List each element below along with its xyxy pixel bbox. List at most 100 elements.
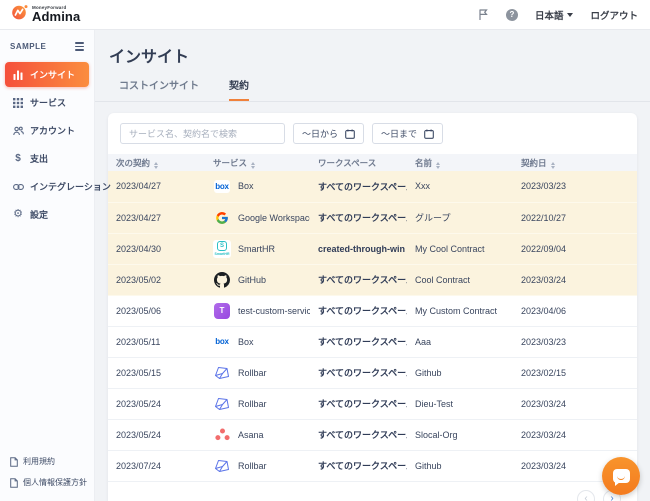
cell-workspace: すべてのワークスペース: [310, 419, 407, 450]
col-next-contract[interactable]: 次の契約: [108, 154, 205, 171]
date-from-picker[interactable]: 〜日から: [293, 123, 364, 144]
cell-contract-date: 2023/03/24: [513, 419, 637, 450]
table-row[interactable]: 2023/05/11 boxBox すべてのワークスペース Aaa 2023/0…: [108, 326, 637, 357]
top-bar: MoneyForward Admina ? 日本語 ログアウト: [0, 0, 650, 30]
cell-next-contract: 2023/04/27: [108, 171, 205, 202]
table-row[interactable]: 2023/05/06 Ttest-custom-service すべてのワークス…: [108, 295, 637, 326]
cell-workspace: created-through-win: [310, 233, 407, 264]
sidebar-item-spend[interactable]: $ 支出: [5, 146, 89, 171]
contracts-card: 〜日から 〜日まで 次の契約 サービス ワークスペース 名前: [108, 113, 637, 501]
sidebar-item-label: インサイト: [30, 68, 75, 81]
date-from-label: 〜日から: [302, 127, 338, 140]
col-contract-date[interactable]: 契約日: [513, 154, 637, 171]
table-row[interactable]: 2023/04/27 boxBox すべてのワークスペース Xxx 2023/0…: [108, 171, 637, 202]
cell-next-contract: 2023/05/06: [108, 295, 205, 326]
sidebar-item-accounts[interactable]: アカウント: [5, 118, 89, 143]
help-icon[interactable]: ?: [506, 9, 518, 21]
cell-workspace: すべてのワークスペース: [310, 450, 407, 481]
terms-label: 利用規約: [23, 456, 55, 467]
privacy-policy-link[interactable]: 個人情報保護方針: [0, 472, 94, 493]
cell-service: Ttest-custom-service: [205, 295, 310, 326]
cell-name: Github: [407, 450, 513, 481]
cell-contract-date: 2023/03/24: [513, 264, 637, 295]
cell-workspace: すべてのワークスペース: [310, 295, 407, 326]
asana-icon: [213, 426, 231, 444]
grid-icon: [12, 98, 24, 108]
calendar-icon: [424, 129, 434, 139]
table-row[interactable]: 2023/04/27 Google Workspace すべてのワークスペース …: [108, 202, 637, 233]
users-icon: [12, 126, 24, 136]
table-row[interactable]: 2023/07/24 Rollbar すべてのワークスペース Github 20…: [108, 450, 637, 481]
col-service[interactable]: サービス: [205, 154, 310, 171]
date-to-picker[interactable]: 〜日まで: [372, 123, 443, 144]
cell-service: Rollbar: [205, 450, 310, 481]
cell-service: SSmartHRSmartHR: [205, 233, 310, 264]
tab-bar: コストインサイト 契約: [95, 67, 650, 102]
tab-cost-insight[interactable]: コストインサイト: [119, 77, 199, 101]
table-row[interactable]: 2023/05/24 Rollbar すべてのワークスペース Dieu-Test…: [108, 388, 637, 419]
cell-next-contract: 2023/05/15: [108, 357, 205, 388]
logout-button[interactable]: ログアウト: [590, 8, 638, 22]
cell-workspace: すべてのワークスペース: [310, 264, 407, 295]
rollbar-icon: [213, 395, 231, 413]
sidebar-item-integrations[interactable]: インテグレーション: [5, 174, 89, 199]
sidebar-item-label: サービス: [30, 96, 66, 109]
cell-next-contract: 2023/05/24: [108, 388, 205, 419]
cell-next-contract: 2023/04/30: [108, 233, 205, 264]
sidebar-item-label: インテグレーション: [30, 180, 111, 193]
rollbar-icon: [213, 364, 231, 382]
cell-contract-date: 2022/10/27: [513, 202, 637, 233]
table-row[interactable]: 2023/05/02 GitHub すべてのワークスペース Cool Contr…: [108, 264, 637, 295]
moneyforward-mark-icon: [12, 4, 28, 25]
chat-widget-button[interactable]: [602, 457, 640, 495]
language-selector[interactable]: 日本語: [535, 8, 574, 22]
cell-name: Slocal-Org: [407, 419, 513, 450]
cell-contract-date: 2023/03/23: [513, 326, 637, 357]
language-label: 日本語: [535, 8, 564, 22]
cell-name: Github: [407, 357, 513, 388]
page-title: インサイト: [109, 43, 650, 67]
cell-next-contract: 2023/05/24: [108, 419, 205, 450]
sort-icon: [551, 162, 555, 169]
whats-new-flag-icon[interactable]: [478, 8, 489, 21]
cell-contract-date: 2022/09/04: [513, 233, 637, 264]
prev-page-button[interactable]: ‹: [577, 490, 595, 501]
sidebar-collapse-icon[interactable]: [75, 42, 84, 50]
cell-name: My Custom Contract: [407, 295, 513, 326]
cell-service: Google Workspace: [205, 202, 310, 233]
chevron-down-icon: [567, 13, 573, 17]
table-header-row: 次の契約 サービス ワークスペース 名前 契約日: [108, 154, 637, 171]
tab-contracts[interactable]: 契約: [229, 77, 249, 101]
terms-link[interactable]: 利用規約: [0, 451, 94, 472]
sidebar-item-label: 設定: [30, 208, 48, 221]
col-name[interactable]: 名前: [407, 154, 513, 171]
contracts-table: 次の契約 サービス ワークスペース 名前 契約日 2023/04/27 boxB…: [108, 154, 637, 482]
table-row[interactable]: 2023/04/30 SSmartHRSmartHR created-throu…: [108, 233, 637, 264]
sort-icon: [154, 162, 158, 169]
main-content: インサイト コストインサイト 契約 〜日から 〜日まで: [95, 30, 650, 501]
dollar-icon: $: [12, 154, 24, 164]
pagination: ‹ ›: [108, 482, 637, 501]
table-row[interactable]: 2023/05/15 Rollbar すべてのワークスペース Github 20…: [108, 357, 637, 388]
cell-service: Asana: [205, 419, 310, 450]
cell-service: GitHub: [205, 264, 310, 295]
sidebar-item-settings[interactable]: ⚙ 設定: [5, 202, 89, 227]
cell-contract-date: 2023/03/24: [513, 388, 637, 419]
google-workspace-icon: [213, 209, 231, 227]
cell-name: Xxx: [407, 171, 513, 202]
custom-service-icon: T: [214, 303, 230, 319]
sidebar-item-insight[interactable]: インサイト: [5, 62, 89, 87]
chat-bubble-icon: [613, 469, 630, 483]
cell-name: Cool Contract: [407, 264, 513, 295]
cell-workspace: すべてのワークスペース: [310, 171, 407, 202]
search-input[interactable]: [120, 123, 285, 144]
sidebar-item-label: 支出: [30, 152, 48, 165]
gear-icon: ⚙: [12, 209, 24, 220]
admina-logo[interactable]: MoneyForward Admina: [12, 4, 80, 25]
sidebar-item-label: アカウント: [30, 124, 75, 137]
cell-next-contract: 2023/04/27: [108, 202, 205, 233]
table-row[interactable]: 2023/05/24 Asana すべてのワークスペース Slocal-Org …: [108, 419, 637, 450]
sidebar-item-services[interactable]: サービス: [5, 90, 89, 115]
cell-name: Aaa: [407, 326, 513, 357]
cell-name: グループ: [407, 202, 513, 233]
